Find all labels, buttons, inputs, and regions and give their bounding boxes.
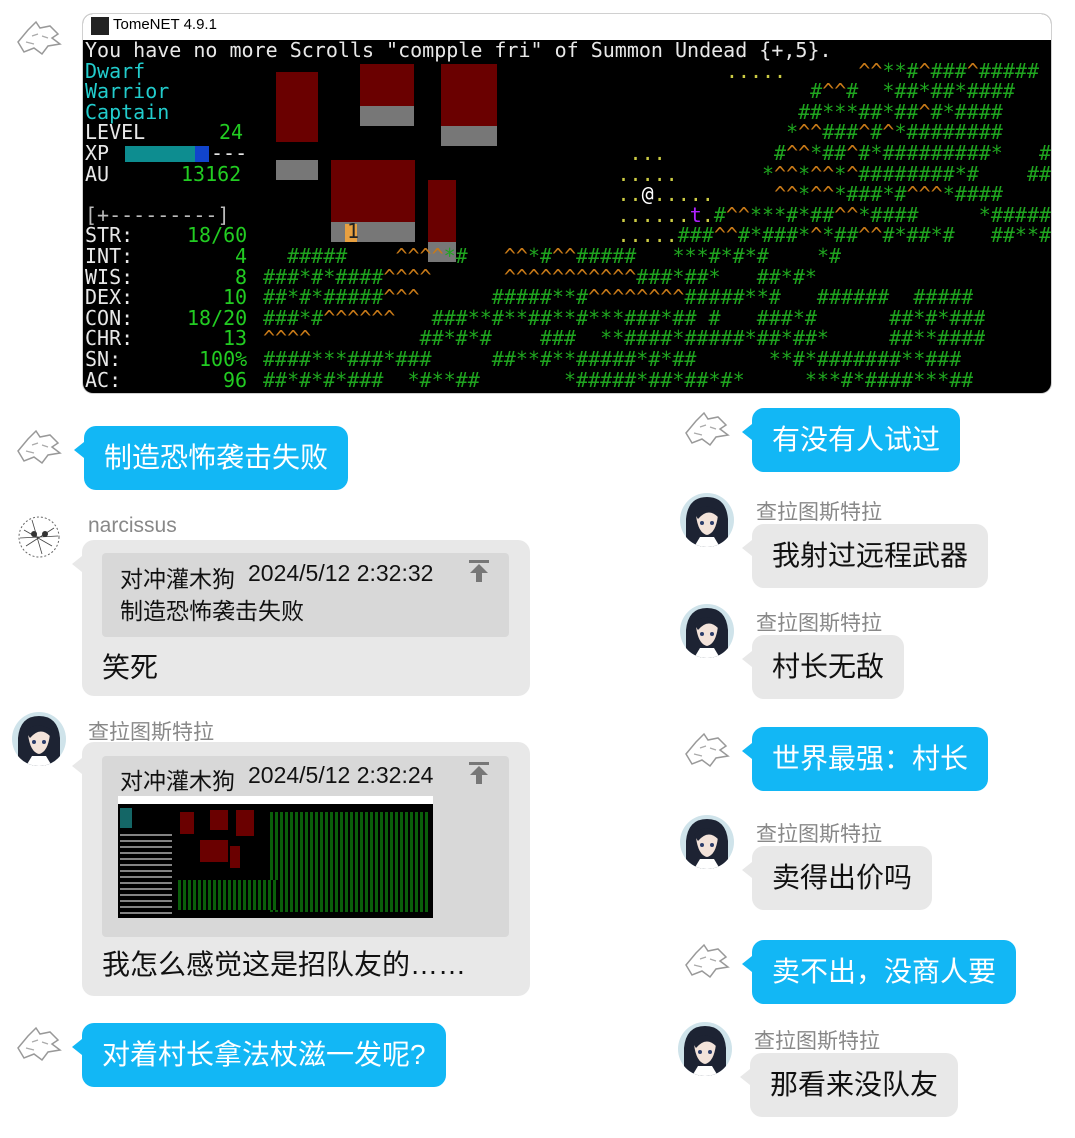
building [360,64,414,106]
stat-value: 24 [219,120,244,145]
avatar[interactable] [680,815,734,869]
app-icon [91,17,109,35]
game-terminal: You have no more Scrolls "compple fri" o… [83,40,1051,393]
sender-name: 查拉图斯特拉 [756,612,882,635]
avatar[interactable] [678,1022,732,1076]
quote-author: 对冲灌木狗 [120,768,235,794]
xp-bar-end [195,146,209,162]
map-row: ##*#*#####^^^ #####**#^^^^^^^^#####**# #… [263,287,974,308]
map-row: ..... *^^*^^*^########*# ####*####*#*## [617,163,1052,185]
sender-name: 查拉图斯特拉 [756,501,882,524]
map-row: ###*#^^^^^^ ###**#**##**#***###*## # ###… [263,307,986,329]
attr-value: 18/20 [187,305,248,330]
map-row: ##### ^^^^*# ^^*#^^##### ***#*#*# *# [263,246,842,267]
attr-label: AC: [85,367,122,392]
attr-label: STR: [85,223,134,248]
shop-number: 1 [347,219,360,243]
attr-label: INT: [85,244,134,268]
map-row: .....###^^#*###*^*##^^#*##*# ##**##*####… [617,225,1052,246]
class-label: Warrior [85,79,170,104]
avatar[interactable] [680,403,734,457]
message-text: 笑死 [102,652,159,683]
map-row: ..... ^^**#^###^##### #########*# [725,60,1039,82]
stat-value: 13162 [181,161,242,186]
attr-value: 96 [223,367,248,392]
map-row: ##*#*#*### *#**## *#####*##*##*#* ***#*#… [263,369,974,391]
quote-time: 2024/5/12 2:32:32 [248,560,434,586]
attr-value: 4 [235,244,248,268]
title-label: Captain [85,99,170,124]
map-row: ####***###*### ##**#**#####*#*## **#*###… [263,349,962,370]
sender-name: narcissus [88,514,177,537]
message-bubble[interactable]: 卖得出价吗 [741,846,933,910]
map-row: ##***##*##^#*#### ###*#*####*## [473,101,1051,123]
attr-label: CHR: [85,326,134,351]
window-title: TomeNET 4.9.1 [113,16,217,33]
window-titlebar: TomeNET 4.9.1 [83,14,1051,40]
message-text: 我怎么感觉这是招队友的…… [102,949,467,980]
message-bubble[interactable]: 我射过远程武器 [741,524,989,588]
message-bubble[interactable]: 制造恐怖袭击失败 [73,426,349,490]
building [276,160,318,180]
quote-text: 制造恐怖袭击失败 [120,598,304,624]
race-label: Dwarf [85,58,146,83]
avatar[interactable] [12,510,66,564]
attr-label: SN: [85,347,122,371]
avatar[interactable] [12,712,66,766]
attr-value: 13 [223,326,248,351]
building [276,72,318,142]
map-row: ..@..... ^^*^^*###*#^^^*#### #####*### #… [617,184,1003,205]
map-row: ^^^^ ##*#*# ### **####*#####*##*##* ##**… [263,328,986,349]
exp-bracket: [+---------] [85,202,230,227]
stat-value: --- [211,141,248,165]
avatar[interactable] [680,935,734,989]
message-bubble[interactable]: 有没有人试过 [741,408,961,472]
sender-name: 查拉图斯特拉 [754,1030,880,1053]
attr-value: 10 [223,285,248,310]
map-row: ......t.#^^***#*##^^*#### *#####*## # [617,204,1052,226]
attr-label: DEX: [85,285,134,310]
avatar[interactable] [680,724,734,778]
attr-value: 100% [199,347,248,371]
attr-label: CON: [85,305,134,330]
avatar[interactable] [12,421,66,475]
sender-name: 查拉图斯特拉 [756,823,882,846]
message-bubble[interactable]: 那看来没队友 [739,1053,959,1117]
attr-value: 8 [235,264,248,289]
building [401,180,415,200]
message-bubble[interactable]: 村长无敌 [741,635,905,699]
map-row: ###*#*####^^^^ ^^^^^^^^^^^###*##* ##*#* [263,266,817,288]
message-bubble[interactable]: 卖不出，没商人要 [741,940,1017,1004]
avatar[interactable] [12,12,66,66]
game-screenshot-image[interactable]: TomeNET 4.9.1 You have no more Scrolls "… [83,14,1051,393]
game-message-line: You have no more Scrolls "compple fri" o… [85,38,832,62]
map-row: ... #^^*##^#*#########* ##**#*##*##*## [629,143,1051,164]
jump-to-quote-icon[interactable] [466,760,492,786]
avatar[interactable] [12,1018,66,1072]
message-bubble[interactable]: 对着村长拿法杖滋一发呢? [72,1023,446,1087]
building [331,222,415,242]
quoted-image-thumbnail[interactable] [118,796,433,918]
message-bubble[interactable]: 世界最强：村长 [741,727,989,791]
avatar[interactable] [680,604,734,658]
stat-label: LEVEL [85,120,146,145]
avatar[interactable] [680,493,734,547]
stat-label: AU [85,161,110,186]
attr-value: 18/60 [187,223,248,248]
quote-time: 2024/5/12 2:32:24 [248,762,434,788]
map-row: #^^# *##*##*#### *#**####*## [473,81,1015,102]
attr-label: WIS: [85,264,134,289]
jump-to-quote-icon[interactable] [466,558,492,584]
building [428,180,456,242]
map-row: *^^###^#^*######## ##*##*###**## [473,122,1003,143]
quote-author: 对冲灌木狗 [120,566,235,592]
stat-label: XP [85,141,110,165]
building [360,106,414,126]
